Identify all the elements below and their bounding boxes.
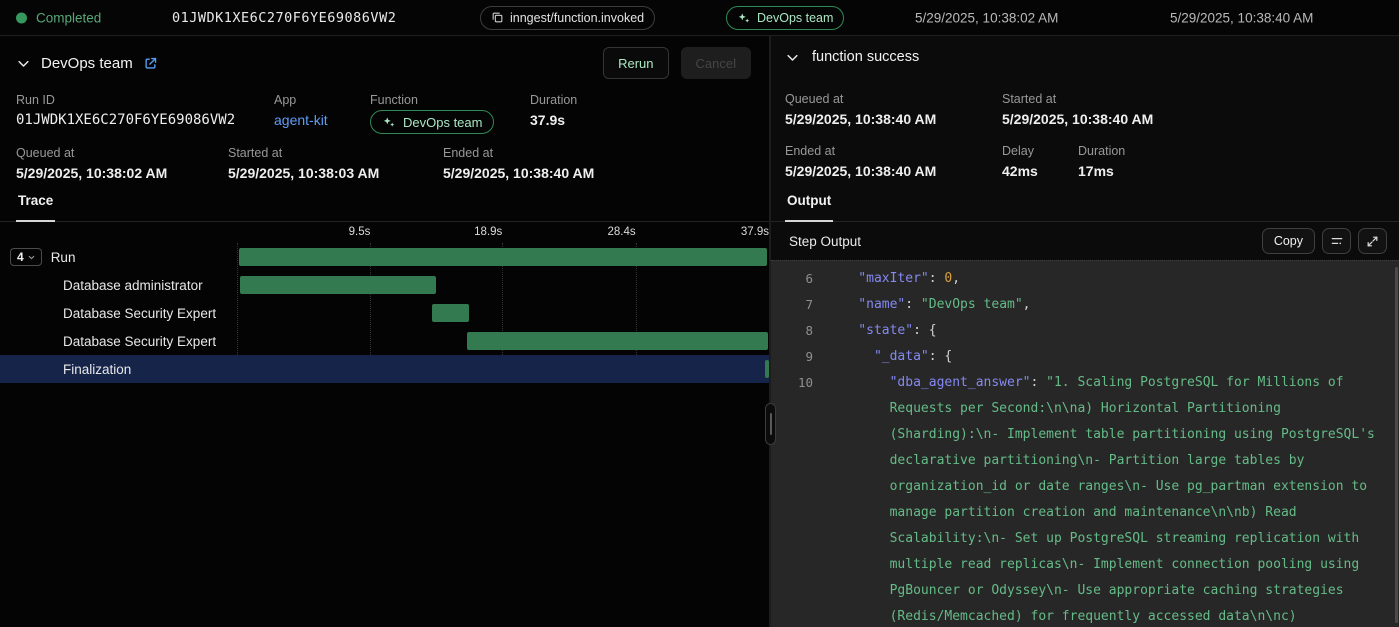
trace-axis-tick: 37.9s <box>741 226 769 238</box>
run-details-panel: DevOps team Rerun Cancel Run ID 01JWDK1X… <box>0 36 769 627</box>
code-line-content: "state": { <box>827 318 1379 344</box>
trace-row[interactable]: Database Security Expert <box>0 299 769 327</box>
trace-span-bar[interactable] <box>239 248 768 266</box>
trace-axis-tick: 28.4s <box>607 226 635 238</box>
sparkles-icon <box>737 11 751 25</box>
trace-row[interactable]: Database administrator <box>0 271 769 299</box>
code-line-content: "_data": { <box>827 344 1379 370</box>
code-scrollbar[interactable] <box>1395 267 1398 623</box>
chevron-down-icon <box>27 253 36 262</box>
code-line-content: "dba_agent_answer": "1. Scaling PostgreS… <box>827 370 1379 627</box>
code-line-number: 8 <box>771 318 813 344</box>
step-title: function success <box>812 49 919 65</box>
span-count-dropdown[interactable]: 4 <box>10 248 42 266</box>
app-link[interactable]: agent-kit <box>274 112 328 128</box>
trace-span-bar[interactable] <box>467 332 768 350</box>
trace-row-chart <box>237 243 769 271</box>
code-line-number: 6 <box>771 266 813 292</box>
code-line: 10 "dba_agent_answer": "1. Scaling Postgr… <box>771 370 1399 627</box>
field-duration: Duration 17ms <box>1078 144 1125 179</box>
code-line-content: "maxIter": 0, <box>827 266 1379 292</box>
code-line-number: 9 <box>771 344 813 370</box>
field-app: App agent-kit <box>274 93 328 128</box>
status-dot-icon <box>16 12 27 23</box>
trace-rows: 4RunDatabase administratorDatabase Secur… <box>0 243 769 383</box>
function-badge-topbar[interactable]: DevOps team <box>726 6 844 30</box>
field-queued-at: Queued at 5/29/2025, 10:38:02 AM <box>16 146 167 181</box>
code-line-number: 7 <box>771 292 813 318</box>
step-details-panel: function success Queued at 5/29/2025, 10… <box>771 36 1399 627</box>
panel-divider <box>769 36 771 627</box>
field-delay: Delay 42ms <box>1002 144 1038 179</box>
trace-row-label: Database administrator <box>0 271 237 299</box>
trace-row[interactable]: Finalization <box>0 355 769 383</box>
run-title: DevOps team <box>41 55 133 72</box>
step-output-title: Step Output <box>789 234 861 249</box>
copy-button[interactable]: Copy <box>1262 228 1315 254</box>
topbar-run-id: 01JWDK1XE6C270F6YE69086VW2 <box>172 10 396 26</box>
sparkles-icon <box>382 115 396 129</box>
trace-row-label: Database Security Expert <box>0 299 237 327</box>
trace-row-label: 4Run <box>0 243 237 271</box>
trace-row-label: Finalization <box>0 355 237 383</box>
wrap-text-icon <box>1330 234 1344 248</box>
event-icon <box>491 11 504 24</box>
cancel-button[interactable]: Cancel <box>681 47 751 79</box>
collapse-chevron-icon[interactable] <box>785 50 800 65</box>
event-badge[interactable]: inngest/function.invoked <box>480 6 655 30</box>
field-queued-at: Queued at 5/29/2025, 10:38:40 AM <box>785 92 936 127</box>
step-tabs: Output <box>771 191 1399 222</box>
rerun-button[interactable]: Rerun <box>603 47 668 79</box>
trace-row[interactable]: Database Security Expert <box>0 327 769 355</box>
field-duration: Duration 37.9s <box>530 93 577 128</box>
code-line-number: 10 <box>771 370 813 396</box>
run-tabs: Trace <box>0 191 769 222</box>
trace-span-bar[interactable] <box>240 276 436 294</box>
field-ended-at: Ended at 5/29/2025, 10:38:40 AM <box>785 144 936 179</box>
trace-row-label: Database Security Expert <box>0 327 237 355</box>
expand-icon <box>1366 235 1379 248</box>
trace-row-chart <box>237 355 769 383</box>
trace-axis-tick: 9.5s <box>349 226 371 238</box>
code-line: 7 "name": "DevOps team", <box>771 292 1399 318</box>
code-line: 6 "maxIter": 0, <box>771 266 1399 292</box>
field-started-at: Started at 5/29/2025, 10:38:03 AM <box>228 146 379 181</box>
trace-row[interactable]: 4Run <box>0 243 769 271</box>
code-lines: 6 "maxIter": 0, 7 "name": "DevOps team", 8 "s… <box>771 266 1399 627</box>
topbar: Completed 01JWDK1XE6C270F6YE69086VW2 inn… <box>0 0 1399 36</box>
tab-output[interactable]: Output <box>785 191 833 222</box>
trace-row-chart <box>237 327 769 355</box>
status-label: Completed <box>36 10 101 25</box>
trace-row-chart <box>237 299 769 327</box>
wrap-text-button[interactable] <box>1322 228 1351 254</box>
step-output-code: 6 "maxIter": 0, 7 "name": "DevOps team", 8 "s… <box>771 260 1399 627</box>
field-run-id: Run ID 01JWDK1XE6C270F6YE69086VW2 <box>16 93 235 128</box>
expand-button[interactable] <box>1358 228 1387 254</box>
function-badge[interactable]: DevOps team <box>370 110 494 134</box>
trace-axis-tick: 18.9s <box>474 226 502 238</box>
trace-waterfall: 9.5s 18.9s 28.4s 37.9s 4RunDatabase adminis… <box>0 223 769 627</box>
trace-span-bar[interactable] <box>432 304 469 322</box>
topbar-start-time: 5/29/2025, 10:38:02 AM <box>915 10 1058 25</box>
code-line: 8 "state": { <box>771 318 1399 344</box>
code-line-content: "name": "DevOps team", <box>827 292 1379 318</box>
field-ended-at: Ended at 5/29/2025, 10:38:40 AM <box>443 146 594 181</box>
topbar-end-time: 5/29/2025, 10:38:40 AM <box>1170 10 1313 25</box>
code-line: 9 "_data": { <box>771 344 1399 370</box>
tab-trace[interactable]: Trace <box>16 191 55 222</box>
panel-resize-handle[interactable] <box>765 403 776 445</box>
external-link-icon[interactable] <box>143 56 158 71</box>
run-status: Completed <box>16 10 101 25</box>
field-started-at: Started at 5/29/2025, 10:38:40 AM <box>1002 92 1153 127</box>
trace-row-chart <box>237 271 769 299</box>
field-function: Function DevOps team <box>370 93 494 134</box>
step-output-header: Step Output Copy <box>771 222 1399 260</box>
collapse-chevron-icon[interactable] <box>16 56 31 71</box>
trace-axis: 9.5s 18.9s 28.4s 37.9s <box>0 223 769 243</box>
